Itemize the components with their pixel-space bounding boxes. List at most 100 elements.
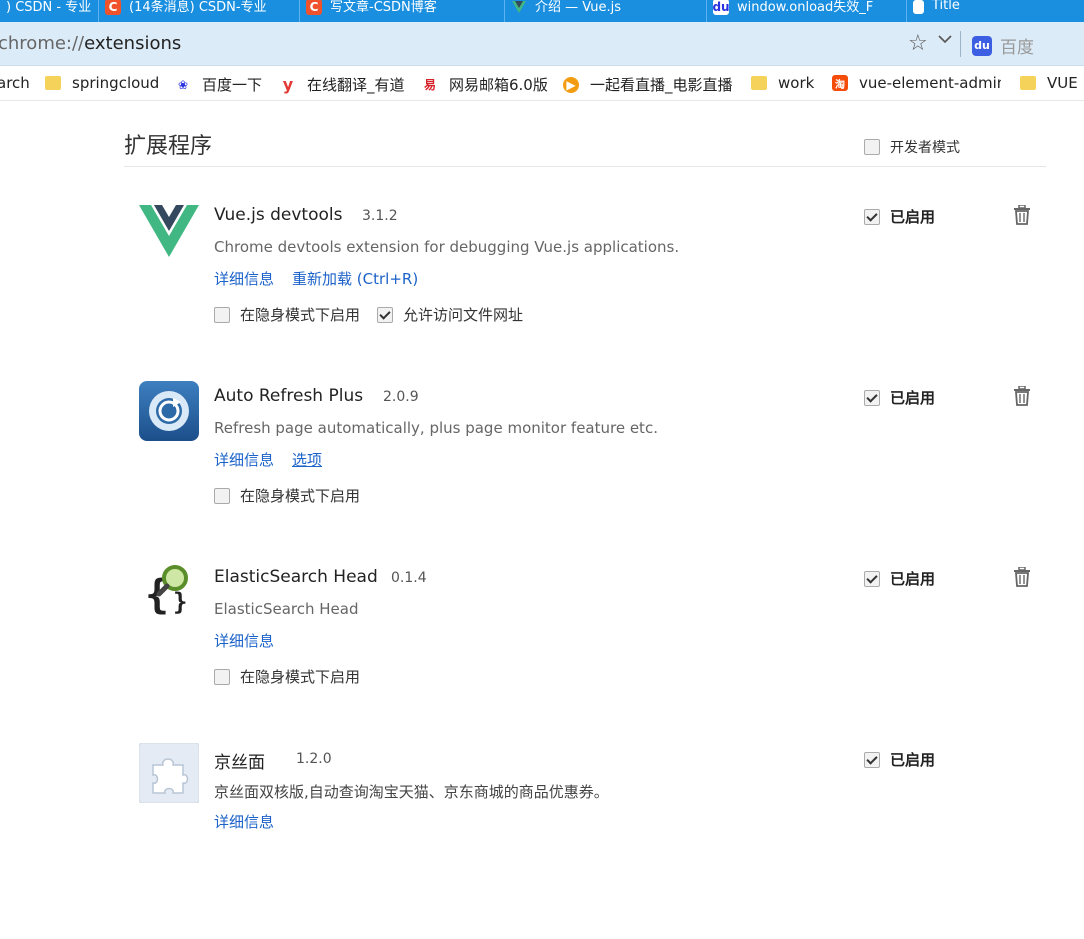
address-bar[interactable]: chrome://extensions — [0, 33, 181, 54]
enabled-label: 已启用 — [890, 389, 936, 407]
bookmark-live[interactable]: ▶ 一起看直播_电影直播 — [563, 74, 732, 95]
tab-vue[interactable]: 介绍 — Vue.js — [505, 0, 707, 22]
bookmark-star-icon[interactable]: ☆ — [908, 31, 928, 56]
tab-window-onload[interactable]: du window.onload失效_F — [707, 0, 907, 22]
enabled-label: 已启用 — [890, 570, 936, 588]
bookmark-label: 一起看直播_电影直播 — [590, 76, 732, 94]
tab-strip: ) CSDN - 专业 C (14条消息) CSDN-专业 C 写文章-CSDN… — [0, 0, 1084, 22]
live-icon: ▶ — [563, 76, 579, 93]
folder-icon — [45, 76, 61, 90]
extension-links: 详细信息 重新加载 (Ctrl+R) — [214, 268, 418, 289]
enabled-toggle[interactable]: 已启用 — [864, 206, 935, 227]
extension-options: 在隐身模式下启用 允许访问文件网址 — [214, 304, 523, 325]
extension-version: 1.2.0 — [296, 751, 332, 767]
enabled-checkbox[interactable] — [864, 208, 880, 225]
incognito-label: 在隐身模式下启用 — [240, 487, 361, 505]
page-title: 扩展程序 — [124, 134, 213, 159]
enabled-checkbox[interactable] — [864, 570, 880, 587]
enabled-toggle[interactable]: 已启用 — [864, 749, 935, 770]
incognito-label: 在隐身模式下启用 — [240, 306, 361, 324]
puzzle-piece-icon — [139, 743, 199, 803]
bookmark-label: 网易邮箱6.0版 — [449, 76, 548, 94]
trash-icon[interactable] — [1013, 386, 1031, 406]
extension-name: ElasticSearch Head — [214, 567, 378, 587]
tab-title: window.onload失效_F — [737, 0, 874, 15]
search-engine-box[interactable]: du 百度 — [972, 33, 1034, 58]
url-path: extensions — [84, 33, 182, 54]
tab-title: Title — [932, 0, 960, 13]
tab-csdn-1[interactable]: ) CSDN - 专业 — [0, 0, 99, 22]
csdn-icon: C — [105, 0, 121, 15]
options-link[interactable]: 选项 — [292, 449, 322, 470]
developer-mode-label: 开发者模式 — [890, 140, 960, 156]
youdao-icon: y — [282, 75, 294, 94]
details-link[interactable]: 详细信息 — [214, 811, 274, 832]
enabled-toggle[interactable]: 已启用 — [864, 568, 935, 589]
bookmark-label: 百度一下 — [202, 76, 263, 94]
enabled-checkbox[interactable] — [864, 751, 880, 768]
trash-icon[interactable] — [1013, 567, 1031, 587]
elasticsearch-head-icon: { } — [145, 565, 188, 618]
details-link[interactable]: 详细信息 — [214, 449, 274, 470]
extension-name: 京丝面 — [214, 753, 265, 773]
file-access-label: 允许访问文件网址 — [403, 306, 524, 324]
bookmark-baidu[interactable]: ❀ 百度一下 — [175, 74, 262, 95]
vue-icon — [511, 0, 527, 15]
details-link[interactable]: 详细信息 — [214, 630, 274, 651]
extension-version: 0.1.4 — [391, 570, 427, 586]
extension-version: 3.1.2 — [362, 208, 398, 224]
bookmark-springcloud[interactable]: springcloud — [45, 74, 159, 92]
url-scheme: chrome:// — [0, 33, 85, 54]
file-access-checkbox[interactable] — [377, 306, 394, 323]
extension-description: Refresh page automatically, plus page mo… — [214, 419, 658, 437]
enabled-checkbox[interactable] — [864, 389, 880, 406]
extension-name: Auto Refresh Plus — [214, 386, 364, 406]
details-link[interactable]: 详细信息 — [214, 268, 274, 289]
tab-title: (14条消息) CSDN-专业 — [129, 0, 267, 15]
incognito-checkbox[interactable] — [214, 306, 230, 323]
extension-description: 京丝面双核版,自动查询淘宝天猫、京东商城的商品优惠券。 — [214, 783, 609, 801]
tab-title: 介绍 — Vue.js — [535, 0, 622, 15]
extension-version: 2.0.9 — [383, 389, 419, 405]
extension-links: 详细信息 选项 — [214, 449, 322, 470]
baidu-icon: ❀ — [177, 77, 189, 92]
developer-mode-checkbox[interactable] — [864, 139, 880, 155]
extension-options: 在隐身模式下启用 — [214, 666, 360, 687]
enabled-toggle[interactable]: 已启用 — [864, 387, 935, 408]
search-engine-label: 百度 — [1000, 38, 1034, 58]
tab-csdn-2[interactable]: C (14条消息) CSDN-专业 — [99, 0, 300, 22]
bookmark-label: VUE — [1047, 74, 1078, 92]
csdn-icon: C — [306, 0, 322, 15]
baidu-icon: du — [972, 35, 992, 56]
extension-description: Chrome devtools extension for debugging … — [214, 238, 680, 256]
bookmark-vue-folder[interactable]: VUE — [1020, 74, 1078, 92]
folder-icon — [1020, 76, 1036, 90]
extension-options: 在隐身模式下启用 — [214, 485, 360, 506]
trash-icon[interactable] — [1013, 205, 1031, 225]
extension-links: 详细信息 — [214, 811, 274, 832]
vue-logo-icon — [139, 205, 199, 257]
developer-mode-toggle[interactable]: 开发者模式 — [864, 137, 960, 157]
bookmarks-bar: arch springcloud ❀ 百度一下 y 在线翻译_有道 易 网易邮箱… — [0, 66, 1084, 101]
extension-description: ElasticSearch Head — [214, 600, 359, 618]
reload-link[interactable]: 重新加载 (Ctrl+R) — [292, 268, 418, 289]
tab-title: 写文章-CSDN博客 — [330, 0, 437, 15]
incognito-checkbox[interactable] — [214, 668, 230, 685]
extension-links: 详细信息 — [214, 630, 274, 651]
chevron-down-icon[interactable] — [938, 32, 952, 46]
tab-title-page[interactable]: Title — [907, 0, 1084, 22]
incognito-checkbox[interactable] — [214, 487, 230, 504]
toolbar-separator — [960, 31, 961, 57]
tab-csdn-write[interactable]: C 写文章-CSDN博客 — [300, 0, 505, 22]
bookmark-netease-mail[interactable]: 易 网易邮箱6.0版 — [422, 74, 548, 95]
taobao-icon: 淘 — [832, 75, 848, 91]
baidu-icon: du — [712, 0, 730, 15]
bookmark-arch[interactable]: arch — [0, 74, 30, 92]
bookmark-label: arch — [0, 74, 30, 92]
extension-name: Vue.js devtools — [214, 205, 343, 225]
bookmark-vue-element-admin[interactable]: 淘 vue-element-admin — [832, 74, 1001, 92]
bookmark-work[interactable]: work — [751, 74, 814, 92]
bookmark-label: 在线翻译_有道 — [307, 76, 405, 94]
bookmark-youdao[interactable]: y 在线翻译_有道 — [280, 74, 405, 95]
tab-title: ) CSDN - 专业 — [6, 0, 92, 15]
